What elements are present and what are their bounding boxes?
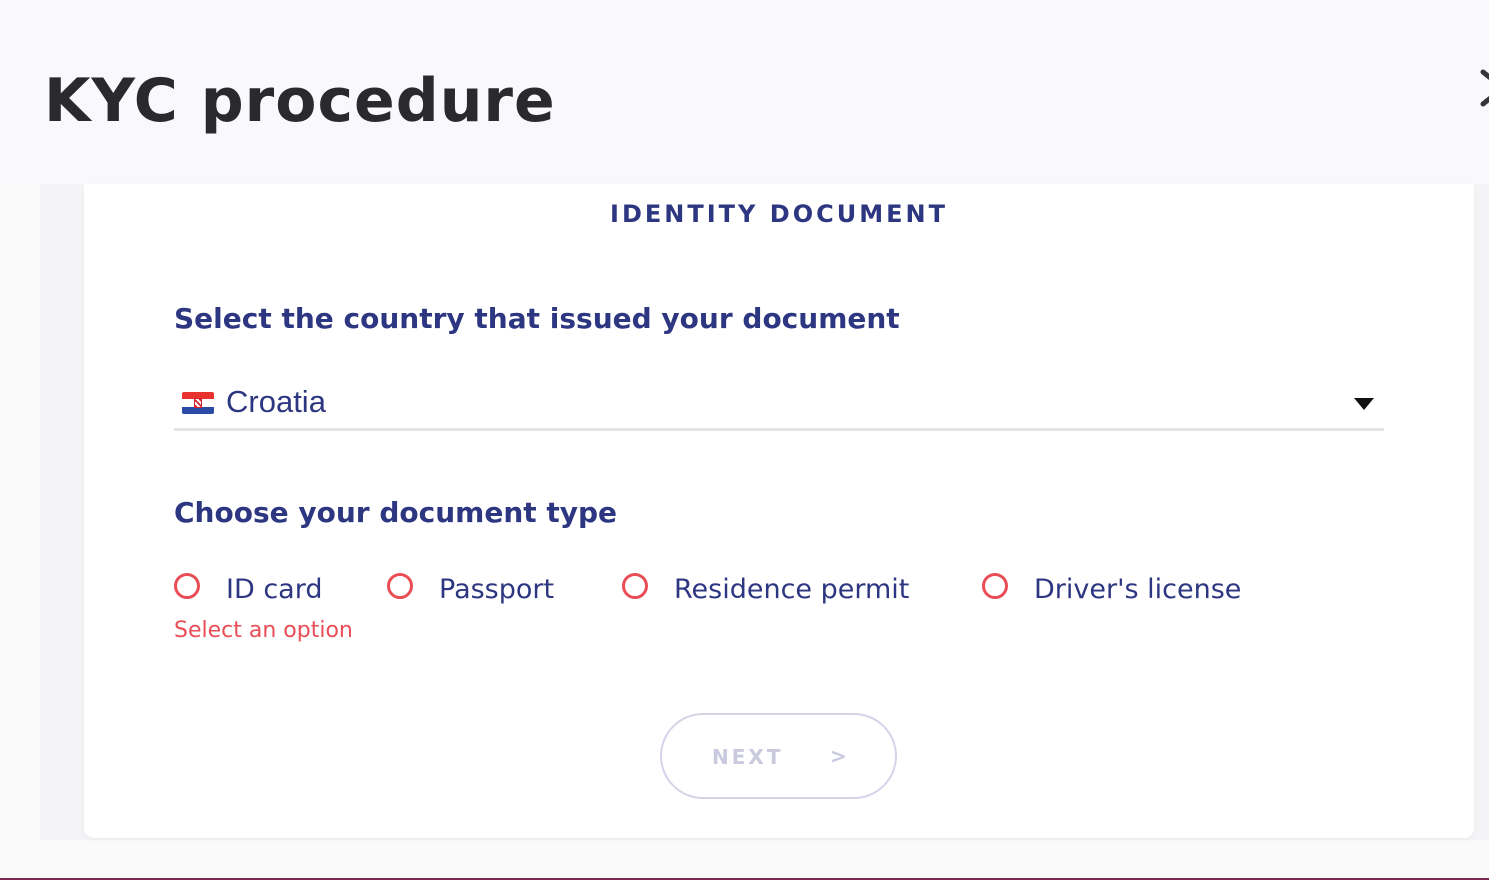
radio-label: Passport — [439, 574, 555, 605]
radio-label: ID card — [226, 574, 323, 605]
radio-button[interactable] — [387, 573, 413, 599]
country-label: Select the country that issued your docu… — [174, 302, 900, 335]
radio-button[interactable] — [174, 573, 200, 599]
country-selected-value: Croatia — [226, 384, 326, 419]
radio-label: Residence permit — [674, 574, 910, 605]
next-button[interactable]: NEXT > — [660, 713, 897, 799]
radio-label: Driver's license — [1034, 574, 1242, 605]
page-header: KYC procedure — [0, 0, 1489, 184]
document-type-radio-group: ID card Passport Residence permit Driver… — [174, 570, 1374, 610]
close-icon[interactable] — [1477, 68, 1489, 108]
radio-button[interactable] — [982, 573, 1008, 599]
validation-error: Select an option — [174, 618, 353, 643]
next-button-label: NEXT — [712, 745, 784, 769]
radio-button[interactable] — [622, 573, 648, 599]
chevron-down-icon — [1354, 398, 1374, 410]
croatia-flag-icon — [182, 392, 214, 414]
section-title: IDENTITY DOCUMENT — [610, 200, 948, 228]
identity-document-card: IDENTITY DOCUMENT Select the country tha… — [84, 184, 1474, 838]
page-title: KYC procedure — [44, 66, 556, 136]
country-select[interactable]: Croatia — [174, 378, 1384, 431]
document-type-label: Choose your document type — [174, 496, 618, 529]
chevron-right-icon: > — [830, 744, 847, 768]
kyc-page: KYC procedure IDENTITY DOCUMENT Select t… — [0, 0, 1489, 880]
